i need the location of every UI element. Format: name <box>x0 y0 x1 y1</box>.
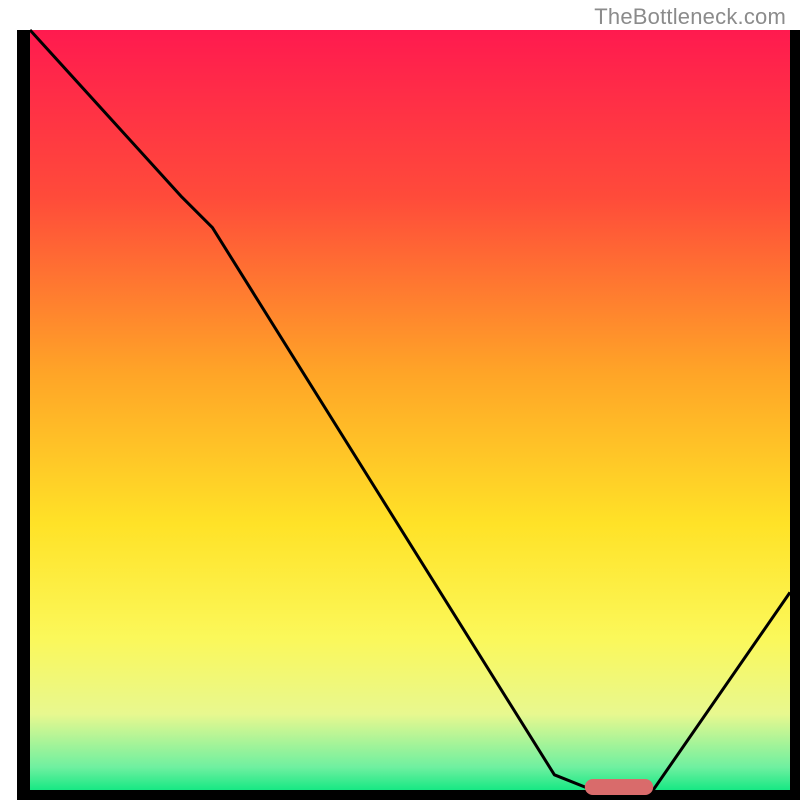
watermark-text: TheBottleneck.com <box>594 4 786 30</box>
gradient-background <box>30 30 790 790</box>
axis-right <box>790 30 800 800</box>
axis-bottom <box>17 790 800 800</box>
axis-left <box>17 30 30 800</box>
chart-svg <box>0 0 800 800</box>
bottleneck-chart: TheBottleneck.com <box>0 0 800 800</box>
optimal-range-marker <box>585 779 653 795</box>
